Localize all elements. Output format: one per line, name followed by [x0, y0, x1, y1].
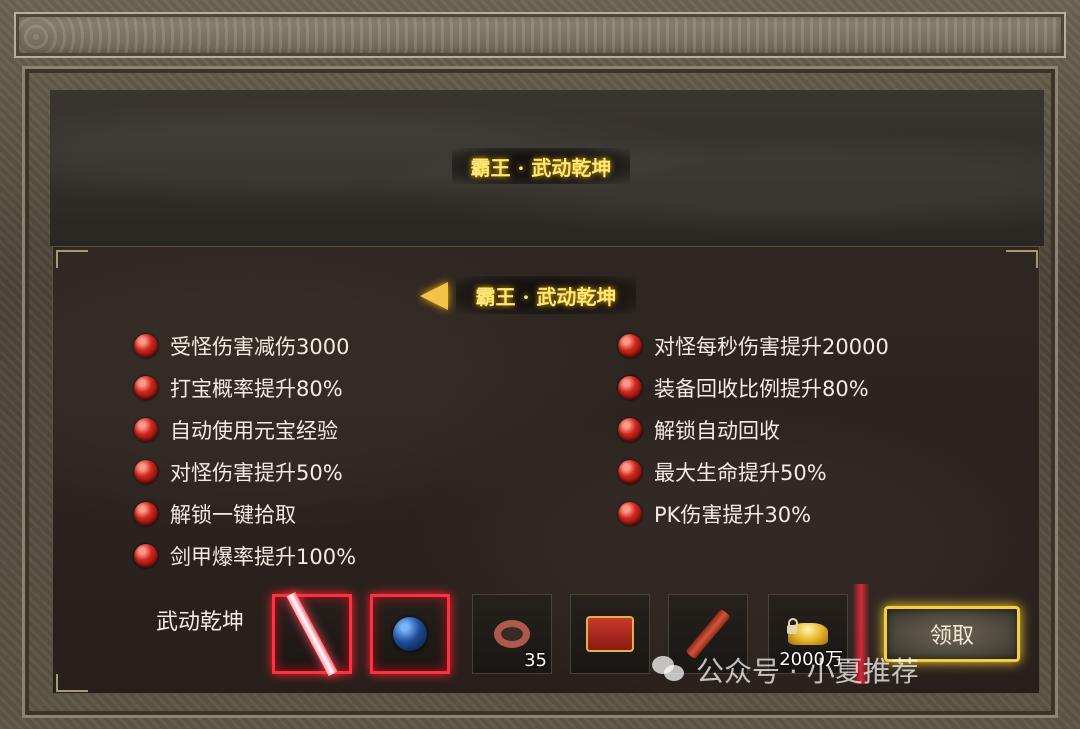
red-orb-icon [618, 334, 642, 358]
perk-label: 装备回收比例提升80% [654, 377, 869, 401]
page-title: 霸王 · 武动乾坤 [470, 155, 612, 180]
perk-item: 受怪伤害减伤3000 [134, 330, 349, 362]
reward-slot[interactable] [570, 594, 650, 674]
red-orb-icon [618, 418, 642, 442]
reward-label: 武动乾坤 [156, 610, 245, 635]
perk-label: PK伤害提升30% [654, 503, 812, 527]
red-orb-icon [134, 376, 158, 400]
corner-ornament [56, 250, 88, 268]
red-orb-icon [134, 334, 158, 358]
perk-item: 剑甲爆率提升100% [134, 540, 356, 572]
perk-item: PK伤害提升30% [618, 498, 811, 530]
perk-item: 打宝概率提升80% [134, 372, 343, 404]
wechat-icon [652, 656, 686, 684]
red-orb-icon [134, 418, 158, 442]
red-orb-icon [134, 460, 158, 484]
perk-label: 自动使用元宝经验 [170, 419, 338, 443]
red-orb-icon [618, 376, 642, 400]
watermark-text: 公众号 · 小夏推荐 [696, 655, 919, 688]
sword-icon [286, 591, 338, 677]
ornate-top-border [14, 12, 1066, 58]
item-quantity: 35 [524, 650, 547, 671]
perk-label: 解锁一键拾取 [170, 503, 296, 527]
blue-orb-icon [393, 617, 427, 651]
perk-item: 装备回收比例提升80% [618, 372, 869, 404]
subtitle-plate: 霸王 · 武动乾坤 [456, 276, 636, 314]
corner-ornament [1006, 250, 1038, 268]
perk-item: 对怪每秒伤害提升20000 [618, 330, 889, 362]
perk-item: 自动使用元宝经验 [134, 414, 338, 446]
perk-label: 对怪伤害提升50% [170, 461, 343, 485]
red-orb-icon [618, 502, 642, 526]
perk-item: 最大生命提升50% [618, 456, 827, 488]
watermark: 公众号 · 小夏推荐 [652, 650, 919, 690]
treasure-chest-icon [586, 616, 634, 652]
perk-label: 最大生命提升50% [654, 461, 827, 485]
perk-label: 解锁自动回收 [654, 419, 780, 443]
title-plate: 霸王 · 武动乾坤 [452, 148, 630, 184]
red-orb-icon [134, 502, 158, 526]
perk-label: 对怪每秒伤害提升20000 [654, 335, 889, 359]
red-orb-icon [618, 460, 642, 484]
back-arrow-icon[interactable] [420, 282, 448, 310]
corner-ornament [56, 674, 88, 692]
reward-slot[interactable] [370, 594, 450, 674]
red-orb-icon [134, 544, 158, 568]
perk-item: 对怪伤害提升50% [134, 456, 343, 488]
reward-slot[interactable] [272, 591, 352, 677]
perk-item: 解锁自动回收 [618, 414, 780, 446]
perk-label: 剑甲爆率提升100% [170, 545, 357, 569]
ring-icon [494, 620, 530, 648]
perk-item: 解锁一键拾取 [134, 498, 296, 530]
lock-icon [787, 618, 798, 634]
perk-label: 受怪伤害减伤3000 [170, 335, 350, 359]
panel-subtitle: 霸王 · 武动乾坤 [475, 284, 617, 309]
perk-label: 打宝概率提升80% [170, 377, 343, 401]
reward-slot[interactable]: 35 [472, 594, 552, 674]
